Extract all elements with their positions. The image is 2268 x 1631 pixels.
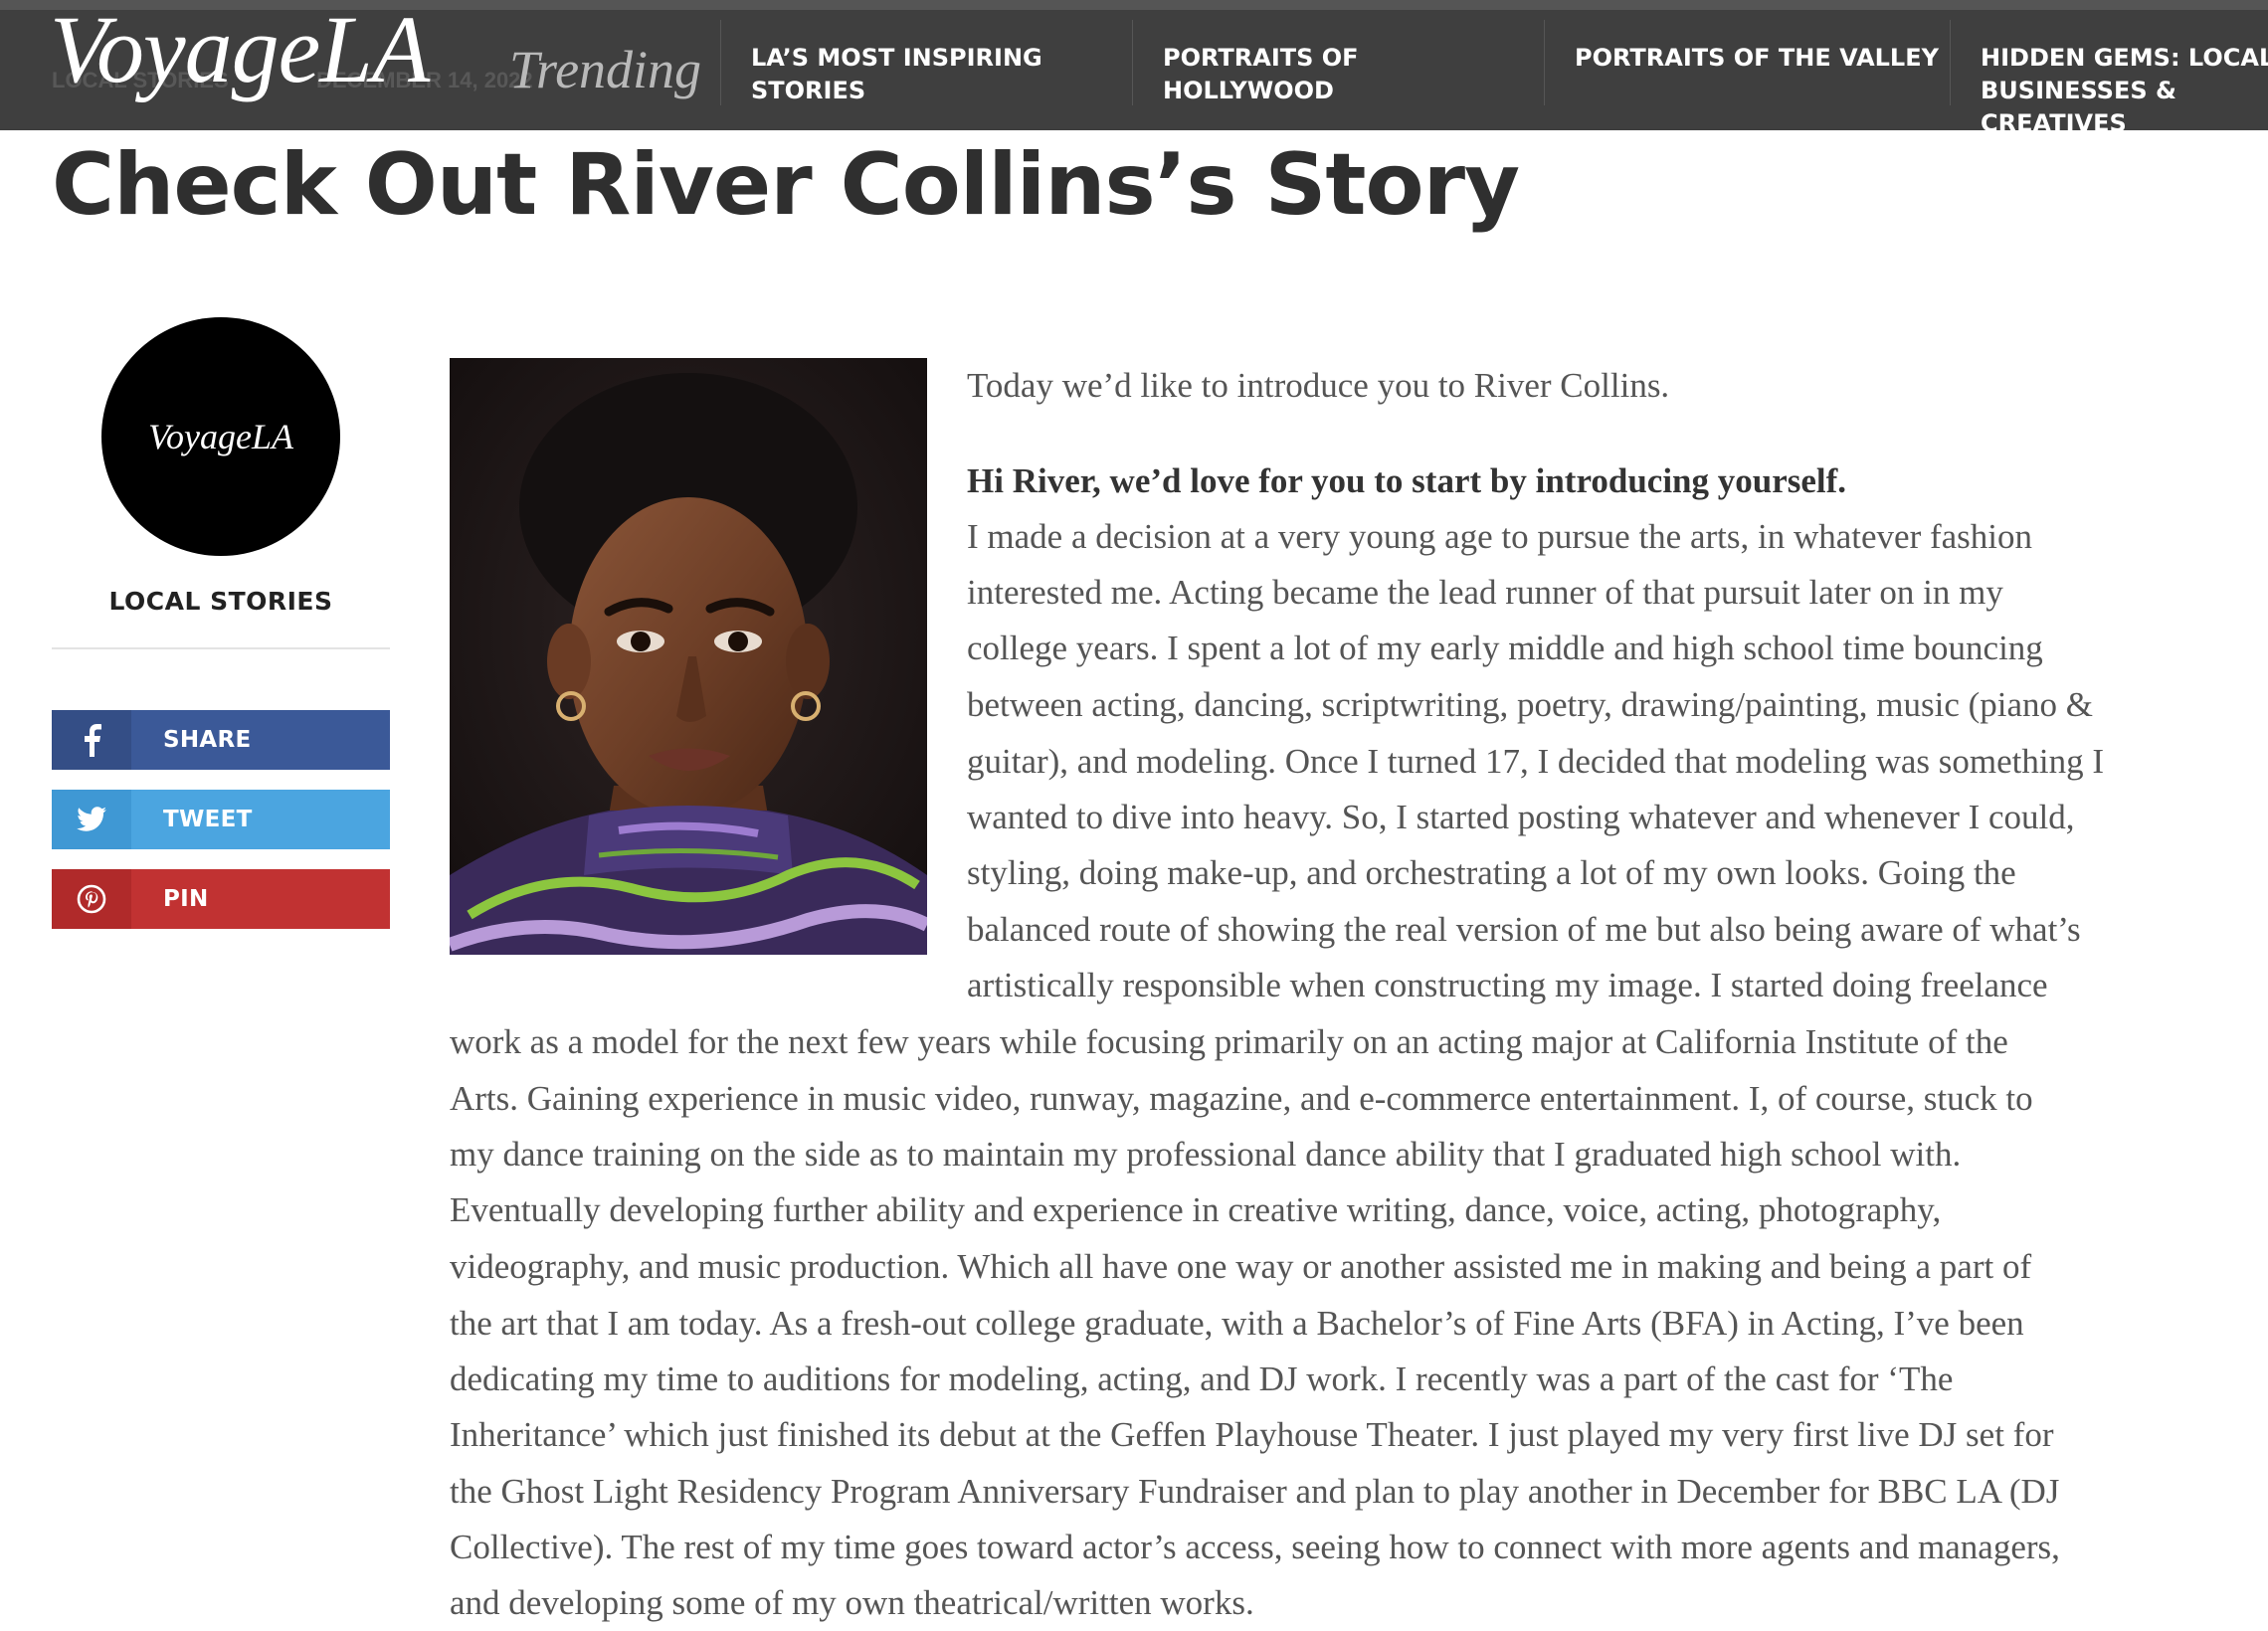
category-link[interactable]: LOCAL STORIES [52, 587, 390, 616]
answer-line: Collective). The rest of my time goes to… [450, 1528, 2060, 1566]
answer-line: Arts. Gaining experience in music video,… [450, 1079, 2033, 1118]
twitter-icon [52, 790, 131, 849]
author-avatar[interactable]: VoyageLA [101, 317, 340, 556]
article-intro: Today we’d like to introduce you to Rive… [967, 366, 1670, 405]
pin-label: PIN [163, 886, 209, 912]
answer-line: college years. I spent a lot of my early… [967, 629, 2043, 667]
nav-item-hidden-gems[interactable]: HIDDEN GEMS: LOCAL BUSINESSES & CREATIVE… [1981, 42, 2268, 130]
answer-line: Eventually developing further ability an… [450, 1190, 1942, 1229]
answer-line: I made a decision at a very young age to… [967, 517, 2033, 556]
answer-line: wanted to dive into heavy. So, I started… [967, 798, 2075, 836]
answer-line: my dance training on the side as to main… [450, 1135, 1962, 1174]
answer-line: artistically responsible when constructi… [967, 966, 2048, 1004]
interview-question: Hi River, we’d love for you to start by … [967, 461, 1847, 500]
pinterest-pin-button[interactable]: PIN [52, 869, 390, 929]
twitter-tweet-button[interactable]: TWEET [52, 790, 390, 849]
answer-line: dedicating my time to auditions for mode… [450, 1359, 1954, 1398]
answer-line: the art that I am today. As a fresh-out … [450, 1304, 2024, 1343]
answer-line: work as a model for the next few years w… [450, 1022, 2008, 1061]
nav-divider [720, 20, 721, 105]
answer-line: the Ghost Light Residency Program Annive… [450, 1472, 2060, 1511]
nav-divider [1132, 20, 1133, 105]
trending-label: Trending [509, 40, 702, 99]
answer-line: styling, doing make-up, and orchestratin… [967, 853, 2016, 892]
answer-line: between acting, dancing, scriptwriting, … [967, 685, 2094, 724]
tweet-label: TWEET [163, 807, 253, 832]
profile-portrait-image [450, 358, 927, 955]
answer-line: balanced route of showing the real versi… [967, 910, 2081, 949]
answer-line: interested me. Acting became the lead ru… [967, 573, 2003, 612]
site-logo[interactable]: VoyageLA [50, 0, 430, 99]
answer-line: and developing some of my own theatrical… [450, 1583, 1254, 1622]
sidebar-divider [52, 647, 390, 649]
nav-divider [1950, 20, 1951, 105]
nav-item-inspiring-stories[interactable]: LA’S MOST INSPIRING STORIES [751, 42, 1049, 107]
facebook-share-button[interactable]: SHARE [52, 710, 390, 770]
page-title: Check Out River Collins’s Story [52, 135, 1520, 235]
top-navigation-bar: LOCAL STORIES DECEMBER 14, 2022 VoyageLA… [0, 0, 2268, 130]
avatar-logo-text: VoyageLA [148, 417, 293, 456]
answer-line: guitar), and modeling. Once I turned 17,… [967, 742, 2105, 781]
nav-divider [1544, 20, 1545, 105]
share-label: SHARE [163, 727, 252, 753]
nav-item-portraits-valley[interactable]: PORTRAITS OF THE VALLEY [1575, 42, 1953, 75]
nav-item-portraits-hollywood[interactable]: PORTRAITS OF HOLLYWOOD [1163, 42, 1402, 107]
answer-line: videography, and music production. Which… [450, 1247, 2032, 1286]
answer-line: Inheritance’ which just finished its deb… [450, 1415, 2054, 1454]
pinterest-icon [52, 869, 131, 929]
facebook-icon [52, 710, 131, 770]
